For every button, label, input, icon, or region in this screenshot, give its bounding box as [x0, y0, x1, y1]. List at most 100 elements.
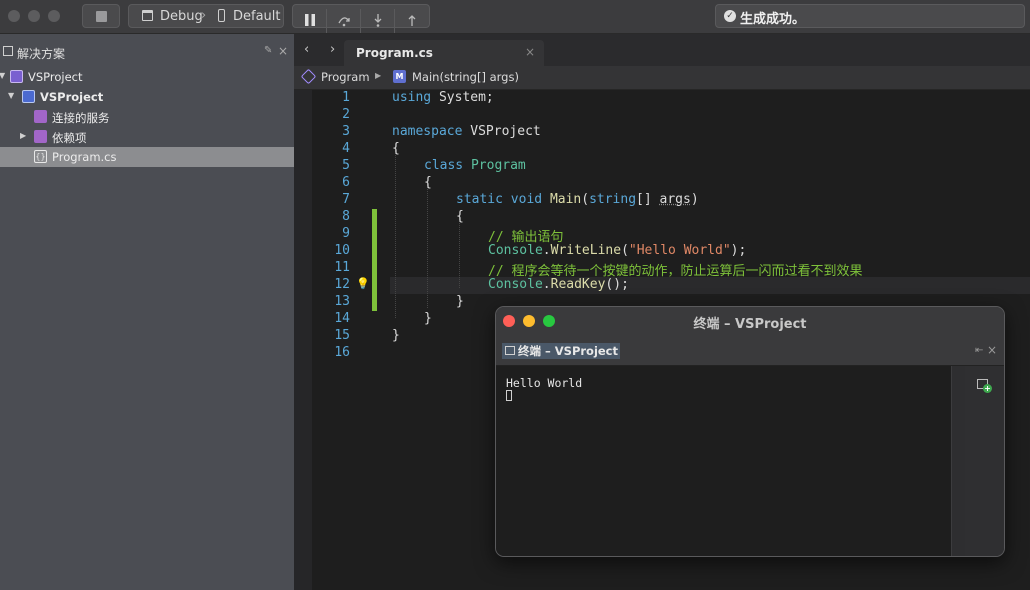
stop-button[interactable] — [82, 4, 120, 28]
code-text: ); — [730, 243, 747, 258]
tab-program-cs[interactable]: Program.cs × — [344, 40, 544, 66]
lightbulb-icon[interactable]: 💡 — [356, 277, 370, 290]
code-method: Main — [549, 192, 582, 207]
stop-icon — [96, 11, 107, 22]
breadcrumb-method[interactable]: Main(string[] args) — [412, 70, 519, 84]
csharp-file-icon: {} — [34, 150, 47, 163]
chevron-down-icon[interactable]: ▼ — [0, 71, 5, 80]
code-keyword: using — [392, 90, 432, 105]
indent-guide — [395, 150, 396, 318]
code-line-12: Console.ReadKey(); — [488, 277, 629, 292]
tree-item-program-cs[interactable]: {} Program.cs — [0, 147, 294, 167]
line-number: 13 — [334, 294, 350, 309]
tree-item-project[interactable]: ▼ VSProject — [0, 87, 294, 107]
terminal-tab-label: 终端 – VSProject — [518, 344, 618, 358]
close-icon[interactable]: × — [525, 45, 535, 59]
code-line-7: static void Main(string[] args) — [456, 192, 699, 207]
class-icon — [300, 68, 317, 85]
collapse-icon[interactable]: ⇤ — [975, 345, 983, 356]
code-line-13: } — [456, 294, 464, 309]
line-number: 8 — [342, 209, 350, 224]
step-over-icon — [337, 17, 350, 27]
line-number: 11 — [334, 260, 350, 275]
code-brace: { — [392, 141, 400, 156]
tab-label: Program.cs — [356, 46, 433, 60]
tree-item-connected-services[interactable]: 连接的服务 — [0, 107, 294, 127]
solution-explorer-icon — [3, 46, 13, 56]
device-icon — [218, 9, 225, 22]
code-string: "Hello World" — [628, 243, 731, 258]
breadcrumb-class[interactable]: Program — [321, 70, 370, 84]
tree-item-solution[interactable]: ▼ VSProject — [0, 67, 294, 87]
step-into-button[interactable] — [361, 9, 395, 33]
close-icon[interactable]: × — [278, 44, 288, 58]
nav-forward-icon[interactable]: › — [330, 42, 335, 57]
pause-icon — [304, 14, 315, 26]
line-number: 4 — [342, 141, 350, 156]
line-number: 5 — [342, 158, 350, 173]
line-number: 15 — [334, 328, 350, 343]
current-line-highlight — [390, 277, 1030, 294]
tree-item-dependencies[interactable]: ▶ 依赖项 — [0, 127, 294, 147]
line-number: 14 — [334, 311, 350, 326]
step-out-icon — [408, 15, 416, 26]
code-line-10: Console.WriteLine("Hello World"); — [488, 243, 747, 258]
code-line-15: } — [392, 328, 400, 343]
code-type: Console — [488, 277, 543, 292]
dependencies-icon — [34, 130, 47, 143]
run-configuration-selector[interactable]: Debug › Default — [128, 4, 284, 28]
code-keyword: void — [510, 192, 543, 207]
code-type: Console — [488, 243, 543, 258]
breadcrumb: Program ▶ M Main(string[] args) — [294, 66, 1030, 90]
terminal-output-area[interactable]: Hello World — [496, 366, 951, 556]
terminal-titlebar[interactable]: 终端 – VSProject — [496, 307, 1004, 335]
step-into-icon — [374, 14, 381, 27]
close-icon[interactable]: × — [987, 343, 997, 357]
debug-controls — [292, 4, 430, 33]
nav-back-icon[interactable]: ‹ — [304, 42, 309, 57]
window-minimize-button[interactable] — [28, 10, 40, 22]
step-out-button[interactable] — [395, 9, 429, 33]
terminal-window: 终端 – VSProject 终端 – VSProject ⇤ × Hello … — [495, 306, 1005, 557]
step-over-button[interactable] — [327, 9, 361, 33]
solution-icon — [10, 70, 23, 83]
tree-item-label: VSProject — [28, 70, 83, 84]
code-line-8: { — [456, 209, 464, 224]
window-close-button[interactable] — [8, 10, 20, 22]
connected-services-icon — [34, 110, 47, 123]
code-text: (); — [605, 277, 629, 292]
main-toolbar: Debug › Default ✓ 生成成功。 — [0, 0, 1030, 34]
line-number: 10 — [334, 243, 350, 258]
editor-tab-bar: ‹ › Program.cs × — [294, 34, 1030, 66]
code-brace: { — [456, 209, 464, 224]
pin-icon[interactable]: ✎ — [264, 45, 272, 56]
pause-button[interactable] — [293, 9, 327, 33]
window-icon — [142, 10, 153, 21]
code-text: ) — [690, 192, 699, 207]
chevron-right-icon[interactable]: ▶ — [20, 131, 26, 140]
code-line-3: namespace VSProject — [392, 124, 541, 139]
line-number: 1 — [342, 90, 350, 105]
line-number: 9 — [342, 226, 350, 241]
tree-item-label: 连接的服务 — [52, 111, 110, 125]
code-param: args — [659, 192, 691, 207]
code-method: WriteLine — [550, 243, 622, 258]
terminal-output: Hello World — [506, 376, 583, 390]
project-icon — [22, 90, 35, 103]
code-keyword: static — [456, 192, 503, 207]
window-zoom-button[interactable] — [48, 10, 60, 22]
terminal-tab[interactable]: 终端 – VSProject — [502, 343, 620, 359]
indent-guide — [427, 184, 428, 308]
chevron-right-icon: ▶ — [375, 71, 382, 80]
terminal-icon — [505, 346, 515, 355]
solution-explorer: 解决方案 ✎ × ▼ VSProject ▼ VSProject 连接的服务 ▶… — [0, 34, 294, 590]
solution-explorer-title: 解决方案 — [17, 47, 66, 61]
code-line-1: using System; — [392, 90, 494, 105]
code-brace: } — [424, 311, 432, 326]
chevron-down-icon[interactable]: ▼ — [8, 91, 14, 100]
checkmark-icon: ✓ — [724, 10, 736, 22]
add-icon: + — [983, 384, 992, 393]
terminal-scrollbar[interactable] — [951, 366, 966, 556]
change-indicator — [372, 209, 377, 311]
tree-item-label: Program.cs — [52, 150, 117, 164]
